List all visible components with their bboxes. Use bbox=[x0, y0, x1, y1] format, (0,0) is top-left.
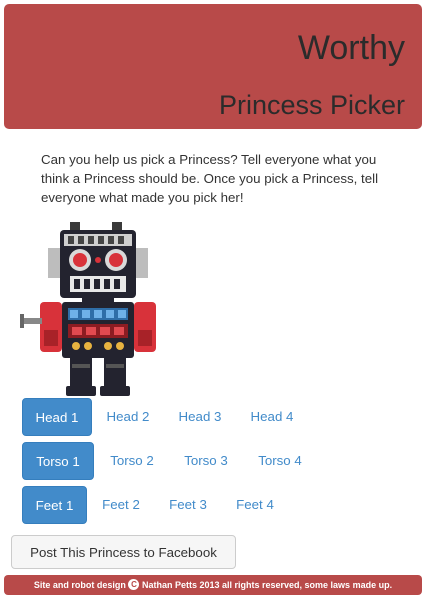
feet-option-1[interactable]: Feet 1 bbox=[22, 486, 87, 524]
site-subtitle: Princess Picker bbox=[218, 90, 405, 120]
torso-option-3[interactable]: Torso 3 bbox=[170, 442, 242, 480]
feet-option-4[interactable]: Feet 4 bbox=[221, 486, 289, 524]
head-options: Head 1 Head 2 Head 3 Head 4 bbox=[22, 398, 308, 436]
head-option-3[interactable]: Head 3 bbox=[164, 398, 236, 436]
intro-text: Can you help us pick a Princess? Tell ev… bbox=[41, 152, 379, 205]
robot-illustration bbox=[18, 218, 168, 398]
head-option-4[interactable]: Head 4 bbox=[236, 398, 308, 436]
footer-rights: Nathan Petts 2013 all rights reserved, s… bbox=[141, 580, 393, 590]
head-option-1[interactable]: Head 1 bbox=[22, 398, 92, 436]
footer: Site and robot design C Nathan Petts 201… bbox=[4, 575, 422, 595]
torso-options: Torso 1 Torso 2 Torso 3 Torso 4 bbox=[22, 442, 318, 480]
post-to-facebook-button[interactable]: Post This Princess to Facebook bbox=[11, 535, 236, 569]
copyright-icon: C bbox=[128, 579, 140, 591]
torso-option-1[interactable]: Torso 1 bbox=[22, 442, 94, 480]
footer-credit: Site and robot design bbox=[33, 580, 126, 590]
site-title: Worthy bbox=[297, 29, 405, 67]
torso-option-2[interactable]: Torso 2 bbox=[94, 442, 170, 480]
feet-option-2[interactable]: Feet 2 bbox=[87, 486, 155, 524]
head-option-2[interactable]: Head 2 bbox=[92, 398, 164, 436]
feet-options: Feet 1 Feet 2 Feet 3 Feet 4 bbox=[22, 486, 289, 524]
torso-option-4[interactable]: Torso 4 bbox=[242, 442, 318, 480]
header-banner: Worthy Princess Picker bbox=[4, 4, 422, 129]
feet-option-3[interactable]: Feet 3 bbox=[155, 486, 221, 524]
